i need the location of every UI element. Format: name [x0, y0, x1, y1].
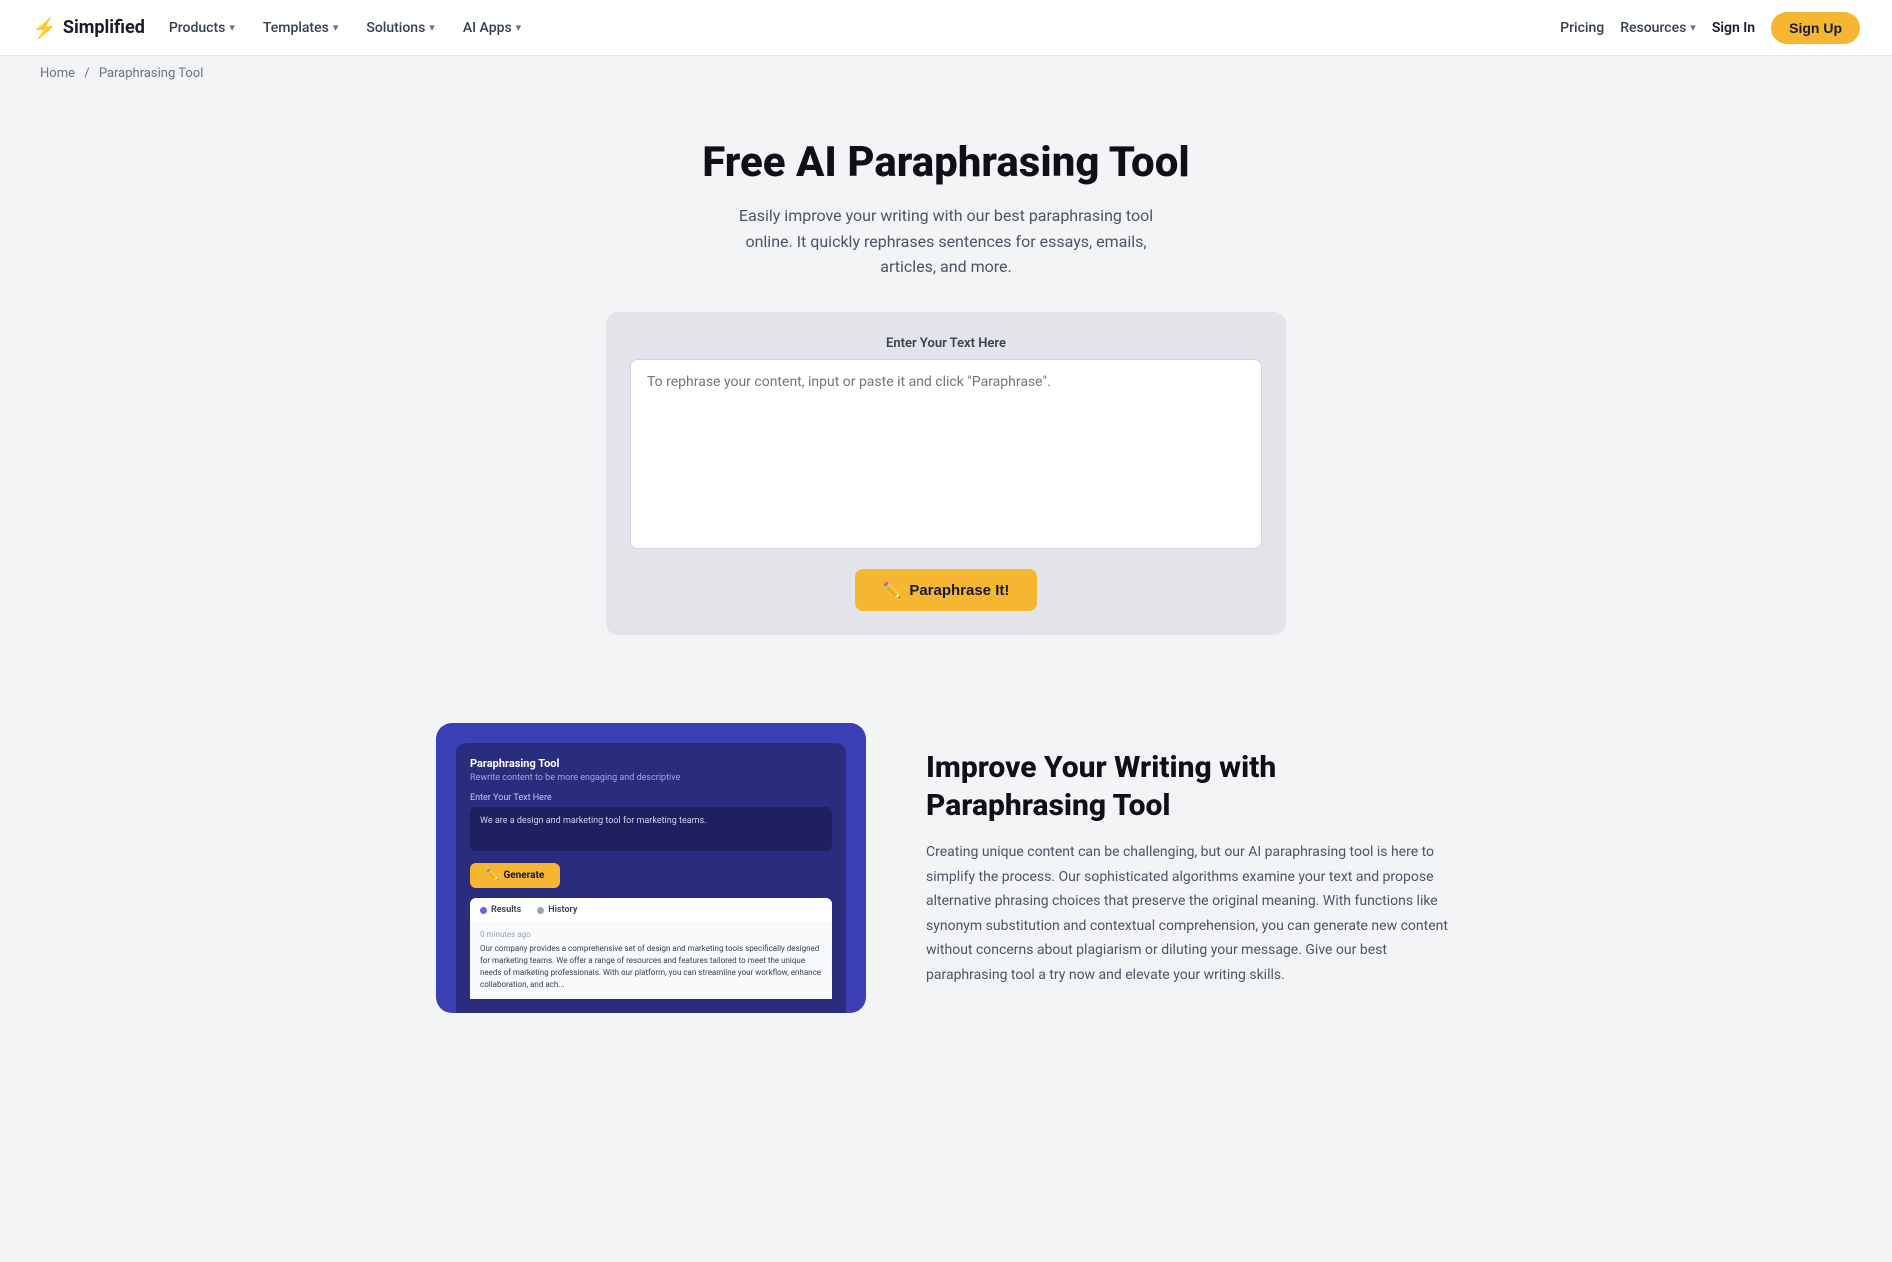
nav-resources-label: Resources [1620, 20, 1686, 36]
sc-input-label: Enter Your Text Here [470, 793, 832, 803]
chevron-down-icon: ▾ [229, 21, 235, 34]
chevron-down-icon: ▾ [429, 21, 435, 34]
tool-box: Enter Your Text Here ✏️ Paraphrase It! [606, 312, 1286, 635]
brand-name: Simplified [63, 17, 145, 38]
sc-generate-label: Generate [503, 870, 544, 881]
feature-text: Improve Your Writing with Paraphrasing T… [926, 749, 1456, 987]
signup-button[interactable]: Sign Up [1771, 12, 1860, 44]
nav-products-label: Products [169, 20, 226, 36]
nav-item-resources[interactable]: Resources ▾ [1620, 20, 1696, 36]
nav-item-solutions[interactable]: Solutions ▾ [354, 14, 446, 42]
sc-results-tab: Results [480, 905, 521, 915]
sc-title: Paraphrasing Tool [470, 757, 832, 770]
nav-item-templates[interactable]: Templates ▾ [251, 14, 350, 42]
chevron-down-icon: ▾ [516, 21, 522, 34]
sc-tab-indicator [480, 907, 487, 914]
nav-solutions-label: Solutions [366, 20, 425, 36]
sc-generate-icon: ✏️ [486, 870, 498, 881]
chevron-down-icon: ▾ [333, 21, 339, 34]
feature-title: Improve Your Writing with Paraphrasing T… [926, 749, 1456, 824]
sc-tool-panel: Paraphrasing Tool Rewrite content to be … [456, 743, 846, 1013]
sc-results-label: Results [491, 905, 521, 915]
signin-button[interactable]: Sign In [1712, 20, 1755, 36]
feature-section: Paraphrasing Tool Rewrite content to be … [396, 723, 1496, 1073]
nav-aiapps-label: AI Apps [463, 20, 512, 36]
main-nav: ⚡ Simplified Products ▾ Templates ▾ Solu… [0, 0, 1892, 56]
sc-output-text: Our company provides a comprehensive set… [480, 943, 822, 991]
nav-item-products[interactable]: Products ▾ [157, 14, 247, 42]
paraphrase-label: Paraphrase It! [909, 582, 1009, 599]
screenshot-preview: Paraphrasing Tool Rewrite content to be … [436, 723, 866, 1013]
paraphrase-icon: ✏️ [883, 581, 902, 599]
chevron-down-icon: ▾ [1690, 21, 1696, 34]
feature-description: Creating unique content can be challengi… [926, 840, 1456, 987]
sc-subtitle: Rewrite content to be more engaging and … [470, 773, 832, 783]
sc-output-meta: 0 minutes ago [480, 930, 822, 939]
hero-title: Free AI Paraphrasing Tool [20, 139, 1872, 187]
breadcrumb-separator: / [84, 66, 89, 81]
breadcrumb: Home / Paraphrasing Tool [0, 56, 1892, 91]
logo-icon: ⚡ [32, 16, 57, 40]
sc-history-label: History [548, 905, 577, 915]
sc-generate-button: ✏️ Generate [470, 863, 560, 888]
sc-input-area: We are a design and marketing tool for m… [470, 807, 832, 851]
tool-label: Enter Your Text Here [630, 336, 1262, 351]
brand-logo[interactable]: ⚡ Simplified [32, 16, 145, 40]
nav-pricing-label: Pricing [1560, 20, 1604, 36]
breadcrumb-home[interactable]: Home [40, 66, 75, 81]
hero-section: Free AI Paraphrasing Tool Easily improve… [0, 91, 1892, 667]
sc-results-bar: Results History [470, 898, 832, 922]
sc-history-indicator [537, 907, 544, 914]
hero-description: Easily improve your writing with our bes… [726, 203, 1166, 280]
nav-right: Pricing Resources ▾ Sign In Sign Up [1560, 12, 1860, 44]
nav-templates-label: Templates [263, 20, 329, 36]
text-input[interactable] [630, 359, 1262, 549]
sc-history-tab: History [537, 905, 577, 915]
breadcrumb-current: Paraphrasing Tool [99, 66, 204, 81]
paraphrase-button[interactable]: ✏️ Paraphrase It! [855, 569, 1038, 611]
nav-item-aiapps[interactable]: AI Apps ▾ [451, 14, 533, 42]
nav-item-pricing[interactable]: Pricing [1560, 20, 1604, 36]
nav-links: Products ▾ Templates ▾ Solutions ▾ AI Ap… [157, 14, 1560, 42]
sc-output: 0 minutes ago Our company provides a com… [470, 922, 832, 999]
